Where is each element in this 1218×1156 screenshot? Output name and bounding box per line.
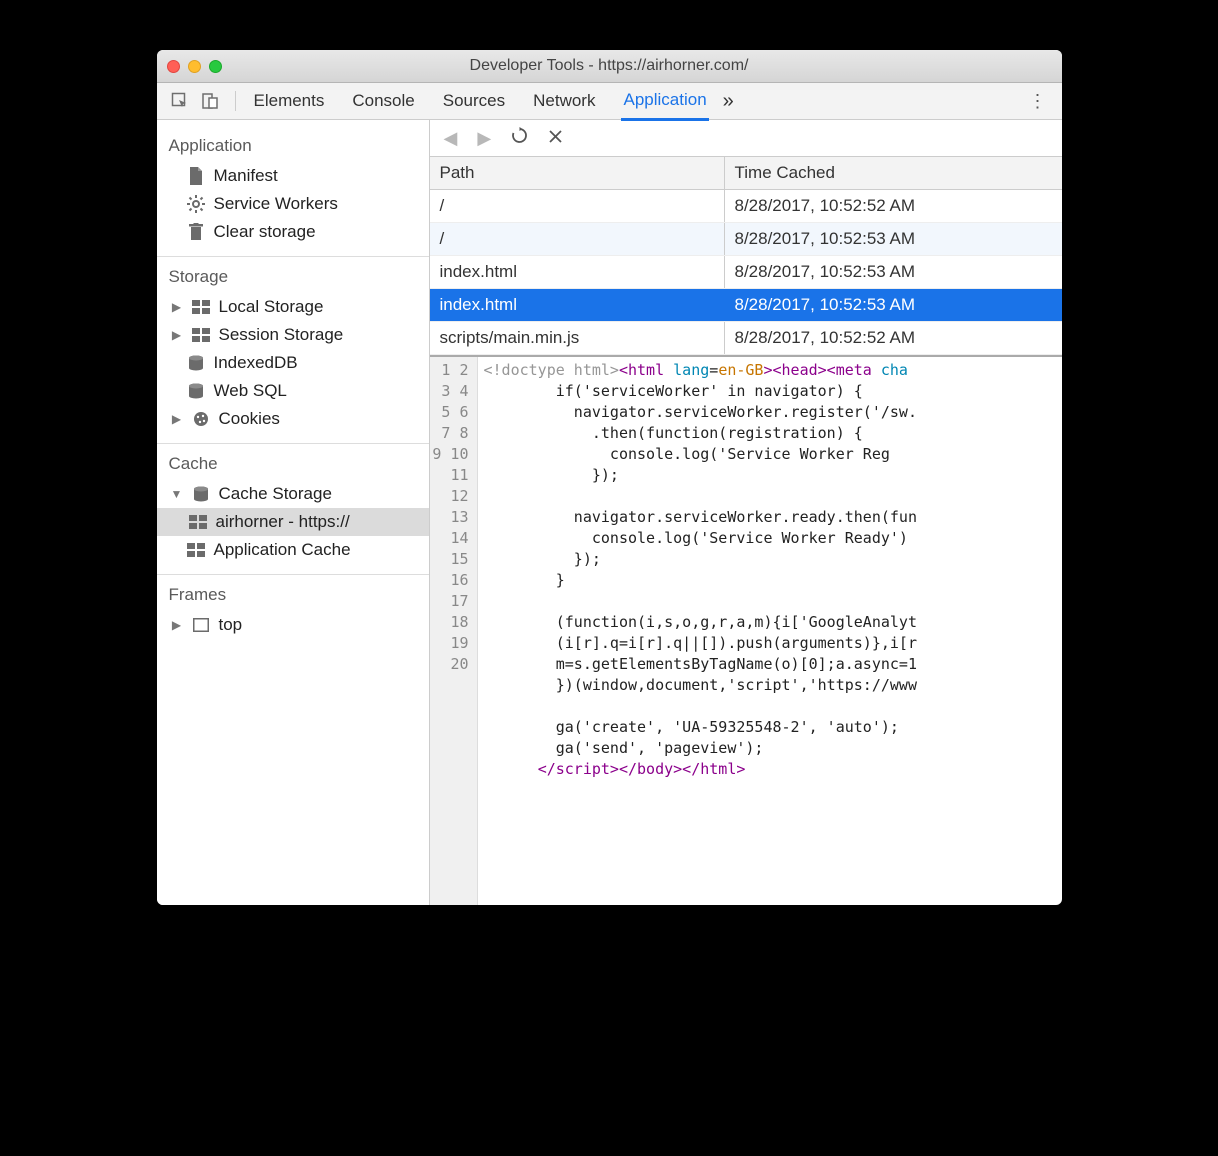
code-viewer: 1 2 3 4 5 6 7 8 9 10 11 12 13 14 15 16 1… <box>430 355 1062 905</box>
database-icon <box>192 485 210 503</box>
cell-time: 8/28/2017, 10:52:53 AM <box>725 223 1062 255</box>
sidebar-item-label: IndexedDB <box>214 353 298 373</box>
database-icon <box>187 354 205 372</box>
sidebar-item-label: Cache Storage <box>219 484 332 504</box>
tab-console[interactable]: Console <box>350 83 416 119</box>
sidebar-item-manifest[interactable]: Manifest <box>157 162 429 190</box>
expand-arrow-icon[interactable]: ▶ <box>171 412 183 426</box>
body: Application Manifest Service Workers Clear … <box>157 120 1062 905</box>
cell-path: scripts/main.min.js <box>430 322 725 354</box>
cell-time: 8/28/2017, 10:52:53 AM <box>725 289 1062 321</box>
cache-toolbar: ◀ ▶ <box>430 120 1062 157</box>
refresh-icon[interactable] <box>511 127 528 149</box>
code-content[interactable]: <!doctype html><html lang=en-GB><head><m… <box>478 357 1062 905</box>
sidebar-item-local-storage[interactable]: ▶ Local Storage <box>157 293 429 321</box>
th-path[interactable]: Path <box>430 157 725 189</box>
th-time[interactable]: Time Cached <box>725 157 1062 189</box>
table-row[interactable]: /8/28/2017, 10:52:53 AM <box>430 223 1062 256</box>
main-pane: ◀ ▶ Path Time Cached /8/28/2017, 10:52:5… <box>430 120 1062 905</box>
sidebar-item-service-workers[interactable]: Service Workers <box>157 190 429 218</box>
expand-arrow-icon[interactable]: ▶ <box>171 328 183 342</box>
table-row[interactable]: scripts/main.min.js8/28/2017, 10:52:52 A… <box>430 322 1062 355</box>
table-header: Path Time Cached <box>430 157 1062 190</box>
frame-icon <box>192 616 210 634</box>
sidebar-item-clear-storage[interactable]: Clear storage <box>157 218 429 246</box>
sidebar-item-label: Session Storage <box>219 325 344 345</box>
sidebar-item-label: Local Storage <box>219 297 324 317</box>
gear-icon <box>187 195 205 213</box>
tab-sources[interactable]: Sources <box>441 83 507 119</box>
sidebar-item-label: top <box>219 615 243 635</box>
expand-arrow-icon[interactable]: ▶ <box>171 300 183 314</box>
divider <box>235 91 236 111</box>
cell-path: / <box>430 223 725 255</box>
grid-icon <box>192 298 210 316</box>
grid-icon <box>187 541 205 559</box>
cell-time: 8/28/2017, 10:52:52 AM <box>725 322 1062 354</box>
inspect-element-icon[interactable] <box>169 90 191 112</box>
cell-time: 8/28/2017, 10:52:53 AM <box>725 256 1062 288</box>
document-icon <box>187 167 205 185</box>
table-row[interactable]: /8/28/2017, 10:52:52 AM <box>430 190 1062 223</box>
device-toggle-icon[interactable] <box>199 90 221 112</box>
sidebar-item-label: Manifest <box>214 166 278 186</box>
sidebar-item-label: Application Cache <box>214 540 351 560</box>
grid-icon <box>192 326 210 344</box>
panel-tabs: Elements Console Sources Network Application <box>252 82 709 120</box>
sidebar-item-airhorner-https-[interactable]: airhorner - https:// <box>157 508 429 536</box>
sidebar-item-indexeddb[interactable]: IndexedDB <box>157 349 429 377</box>
cell-path: index.html <box>430 256 725 288</box>
cookie-icon <box>192 410 210 428</box>
more-tabs-button[interactable]: » <box>723 90 734 113</box>
sidebar-item-session-storage[interactable]: ▶ Session Storage <box>157 321 429 349</box>
tab-elements[interactable]: Elements <box>252 83 327 119</box>
nav-back-icon[interactable]: ◀ <box>444 128 458 149</box>
application-sidebar: Application Manifest Service Workers Clear … <box>157 120 430 905</box>
line-gutter: 1 2 3 4 5 6 7 8 9 10 11 12 13 14 15 16 1… <box>430 357 478 905</box>
sidebar-section-storage: Storage <box>157 257 429 293</box>
nav-forward-icon[interactable]: ▶ <box>477 128 491 149</box>
table-row[interactable]: index.html8/28/2017, 10:52:53 AM <box>430 256 1062 289</box>
sidebar-item-web-sql[interactable]: Web SQL <box>157 377 429 405</box>
sidebar-item-application-cache[interactable]: Application Cache <box>157 536 429 564</box>
expand-arrow-icon[interactable]: ▼ <box>171 487 183 501</box>
sidebar-item-label: Clear storage <box>214 222 316 242</box>
titlebar: Developer Tools - https://airhorner.com/ <box>157 50 1062 83</box>
cell-path: index.html <box>430 289 725 321</box>
tab-application[interactable]: Application <box>621 82 708 121</box>
tabstrip: Elements Console Sources Network Application… <box>157 83 1062 120</box>
sidebar-item-cache-storage[interactable]: ▼ Cache Storage <box>157 480 429 508</box>
cell-path: / <box>430 190 725 222</box>
sidebar-item-label: Cookies <box>219 409 280 429</box>
delete-icon[interactable] <box>548 128 563 149</box>
sidebar-item-label: Service Workers <box>214 194 338 214</box>
kebab-menu-icon[interactable]: ⋮ <box>1023 91 1054 112</box>
sidebar-item-cookies[interactable]: ▶ Cookies <box>157 405 429 433</box>
trash-icon <box>187 223 205 241</box>
devtools-window: Developer Tools - https://airhorner.com/… <box>157 50 1062 905</box>
tab-network[interactable]: Network <box>531 83 597 119</box>
sidebar-item-label: airhorner - https:// <box>216 512 350 532</box>
sidebar-item-top[interactable]: ▶ top <box>157 611 429 639</box>
sidebar-section-frames: Frames <box>157 575 429 611</box>
sidebar-item-label: Web SQL <box>214 381 287 401</box>
sidebar-section-cache: Cache <box>157 444 429 480</box>
database-icon <box>187 382 205 400</box>
table-row[interactable]: index.html8/28/2017, 10:52:53 AM <box>430 289 1062 322</box>
sidebar-section-application: Application <box>157 126 429 162</box>
table-body: /8/28/2017, 10:52:52 AM/8/28/2017, 10:52… <box>430 190 1062 355</box>
grid-icon <box>189 513 207 531</box>
window-title: Developer Tools - https://airhorner.com/ <box>157 57 1062 75</box>
expand-arrow-icon[interactable]: ▶ <box>171 618 183 632</box>
cell-time: 8/28/2017, 10:52:52 AM <box>725 190 1062 222</box>
